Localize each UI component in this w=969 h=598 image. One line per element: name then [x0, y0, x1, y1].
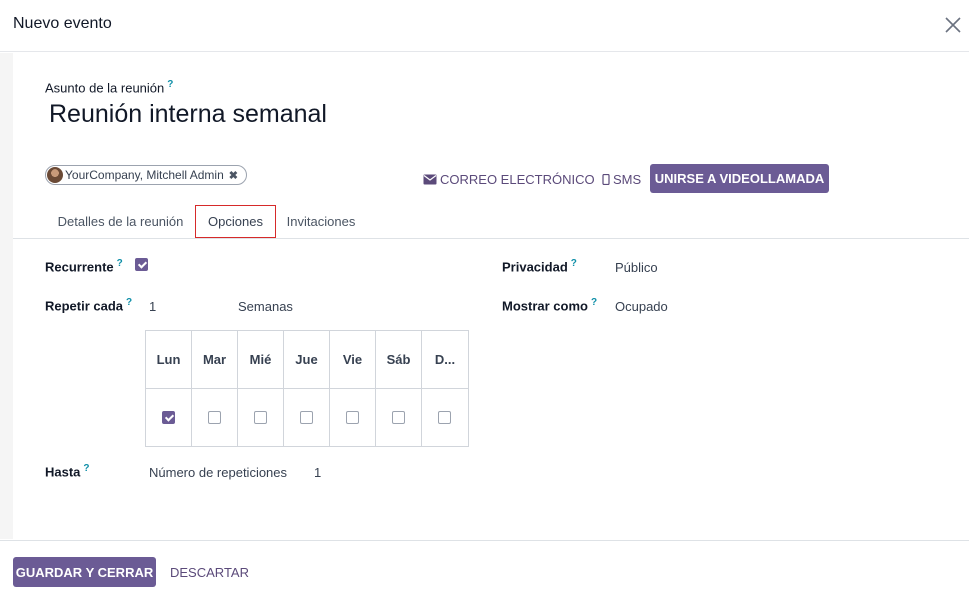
day-checkbox-thu[interactable] — [300, 411, 313, 424]
sms-button-label: SMS — [613, 172, 642, 187]
day-header: Lun — [145, 330, 192, 389]
help-icon[interactable]: ? — [571, 258, 577, 269]
recurrent-label: Recurrente? — [45, 258, 123, 274]
avatar — [47, 167, 63, 183]
privacy-label-text: Privacidad — [502, 259, 568, 275]
tab-invitations[interactable]: Invitaciones — [278, 205, 364, 238]
close-icon[interactable] — [940, 12, 966, 38]
attendee-name: YourCompany, Mitchell Admin — [65, 168, 224, 182]
day-cell — [145, 388, 192, 447]
weekdays-table: Lun Mar Mié Jue Vie Sáb D... — [145, 330, 469, 447]
day-cell — [375, 388, 422, 447]
until-label-text: Hasta — [45, 464, 81, 480]
save-and-close-button[interactable]: GUARDAR Y CERRAR — [13, 557, 156, 587]
recurrent-checkbox[interactable] — [135, 258, 148, 271]
tabs-divider — [13, 238, 969, 239]
envelope-icon — [423, 174, 437, 185]
subject-label: Asunto de la reunión? — [45, 79, 173, 95]
remove-tag-icon[interactable]: ✖ — [229, 167, 238, 185]
day-cell — [191, 388, 238, 447]
day-header: Sáb — [375, 330, 422, 389]
day-checkbox-tue[interactable] — [208, 411, 221, 424]
modal-title: Nuevo evento — [13, 15, 112, 32]
privacy-label: Privacidad? — [502, 258, 577, 274]
day-cell — [421, 388, 469, 447]
mobile-icon — [602, 174, 610, 185]
repeat-unit-select[interactable]: Semanas — [238, 299, 293, 314]
day-checkbox-mon[interactable] — [162, 411, 175, 424]
day-checkbox-sun[interactable] — [438, 411, 451, 424]
help-icon[interactable]: ? — [126, 297, 132, 308]
show-as-select[interactable]: Ocupado — [615, 299, 668, 314]
privacy-select[interactable]: Público — [615, 260, 658, 275]
email-button[interactable]: CORREO ELECTRÓNICO — [423, 172, 595, 187]
day-header: Vie — [329, 330, 376, 389]
day-header: Jue — [283, 330, 330, 389]
help-icon[interactable]: ? — [117, 258, 123, 269]
day-header: Mié — [237, 330, 284, 389]
footer-divider — [0, 540, 969, 541]
show-as-label-text: Mostrar como — [502, 298, 588, 314]
day-header: D... — [421, 330, 469, 389]
help-icon[interactable]: ? — [167, 79, 173, 90]
day-cell — [329, 388, 376, 447]
show-as-label: Mostrar como? — [502, 297, 597, 313]
help-icon[interactable]: ? — [591, 297, 597, 308]
email-button-label: CORREO ELECTRÓNICO — [440, 172, 595, 187]
repeat-every-label-text: Repetir cada — [45, 298, 124, 314]
until-label: Hasta? — [45, 463, 90, 479]
day-cell — [283, 388, 330, 447]
tab-options[interactable]: Opciones — [195, 205, 276, 238]
day-checkbox-sat[interactable] — [392, 411, 405, 424]
modal-header: Nuevo evento — [0, 0, 969, 52]
join-video-call-button[interactable]: UNIRSE A VIDEOLLAMADA — [650, 164, 829, 193]
attendee-tag[interactable]: YourCompany, Mitchell Admin ✖ — [45, 165, 247, 185]
discard-button[interactable]: DESCARTAR — [170, 565, 249, 580]
until-type-select[interactable]: Número de repeticiones — [149, 465, 287, 480]
repetitions-input[interactable]: 1 — [314, 465, 321, 480]
recurrent-label-text: Recurrente — [45, 259, 114, 275]
repeat-interval-input[interactable]: 1 — [149, 299, 156, 314]
sms-button[interactable]: SMS — [602, 172, 641, 187]
repeat-every-label: Repetir cada? — [45, 297, 132, 313]
tab-meeting-details[interactable]: Detalles de la reunión — [48, 205, 193, 238]
day-header: Mar — [191, 330, 238, 389]
subject-input[interactable]: Reunión interna semanal — [49, 100, 327, 129]
day-cell — [237, 388, 284, 447]
day-checkbox-wed[interactable] — [254, 411, 267, 424]
help-icon[interactable]: ? — [83, 463, 89, 474]
day-checkbox-fri[interactable] — [346, 411, 359, 424]
subject-label-text: Asunto de la reunión — [45, 80, 165, 96]
